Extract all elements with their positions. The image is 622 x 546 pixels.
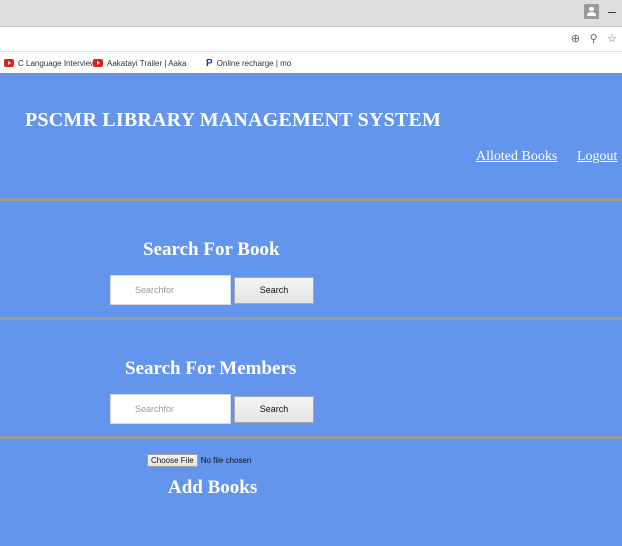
search-members-heading: Search For Members [125, 358, 297, 379]
divider [0, 317, 622, 320]
bookmark-aakatayi[interactable]: Aakatayi Trailer | Aaka [93, 57, 186, 69]
add-books-heading: Add Books [168, 477, 258, 498]
search-members-button[interactable]: Search [234, 396, 314, 423]
browser-titlebar: – [0, 0, 622, 27]
youtube-icon [4, 59, 14, 67]
address-bar-icons[interactable]: ⊕ ⚲ ☆ [571, 32, 620, 45]
paytm-icon: P [206, 57, 213, 69]
file-upload: Choose File No file chosen [147, 454, 251, 467]
alloted-books-link[interactable]: Alloted Books [476, 149, 557, 165]
search-book-button[interactable]: Search [234, 277, 314, 304]
bookmark-online-recharge[interactable]: P Online recharge | mo [206, 57, 291, 69]
bookmarks-bar: C Language Interview Aakatayi Trailer | … [0, 53, 622, 73]
youtube-icon [93, 59, 103, 67]
search-members-input[interactable]: Searchfor [110, 394, 231, 424]
bookmark-label: Aakatayi Trailer | Aaka [107, 58, 187, 68]
search-book-heading: Search For Book [143, 239, 280, 260]
file-status: No file chosen [200, 456, 252, 465]
search-book-input[interactable]: Searchfor [110, 275, 231, 305]
page-body: PSCMR LIBRARY MANAGEMENT SYSTEM Alloted … [0, 73, 622, 546]
bookmark-label: C Language Interview [18, 58, 96, 68]
bookmark-label: Online recharge | mo [216, 58, 292, 68]
address-bar[interactable]: ⊕ ⚲ ☆ [0, 28, 622, 52]
choose-file-button[interactable]: Choose File [147, 454, 198, 467]
profile-icon[interactable] [584, 4, 599, 19]
minimize-icon[interactable]: – [608, 3, 620, 19]
page-title: PSCMR LIBRARY MANAGEMENT SYSTEM [25, 109, 442, 131]
divider [0, 436, 622, 439]
bookmark-c-language[interactable]: C Language Interview [4, 57, 96, 69]
logout-link[interactable]: Logout [577, 149, 617, 165]
divider [0, 198, 622, 201]
